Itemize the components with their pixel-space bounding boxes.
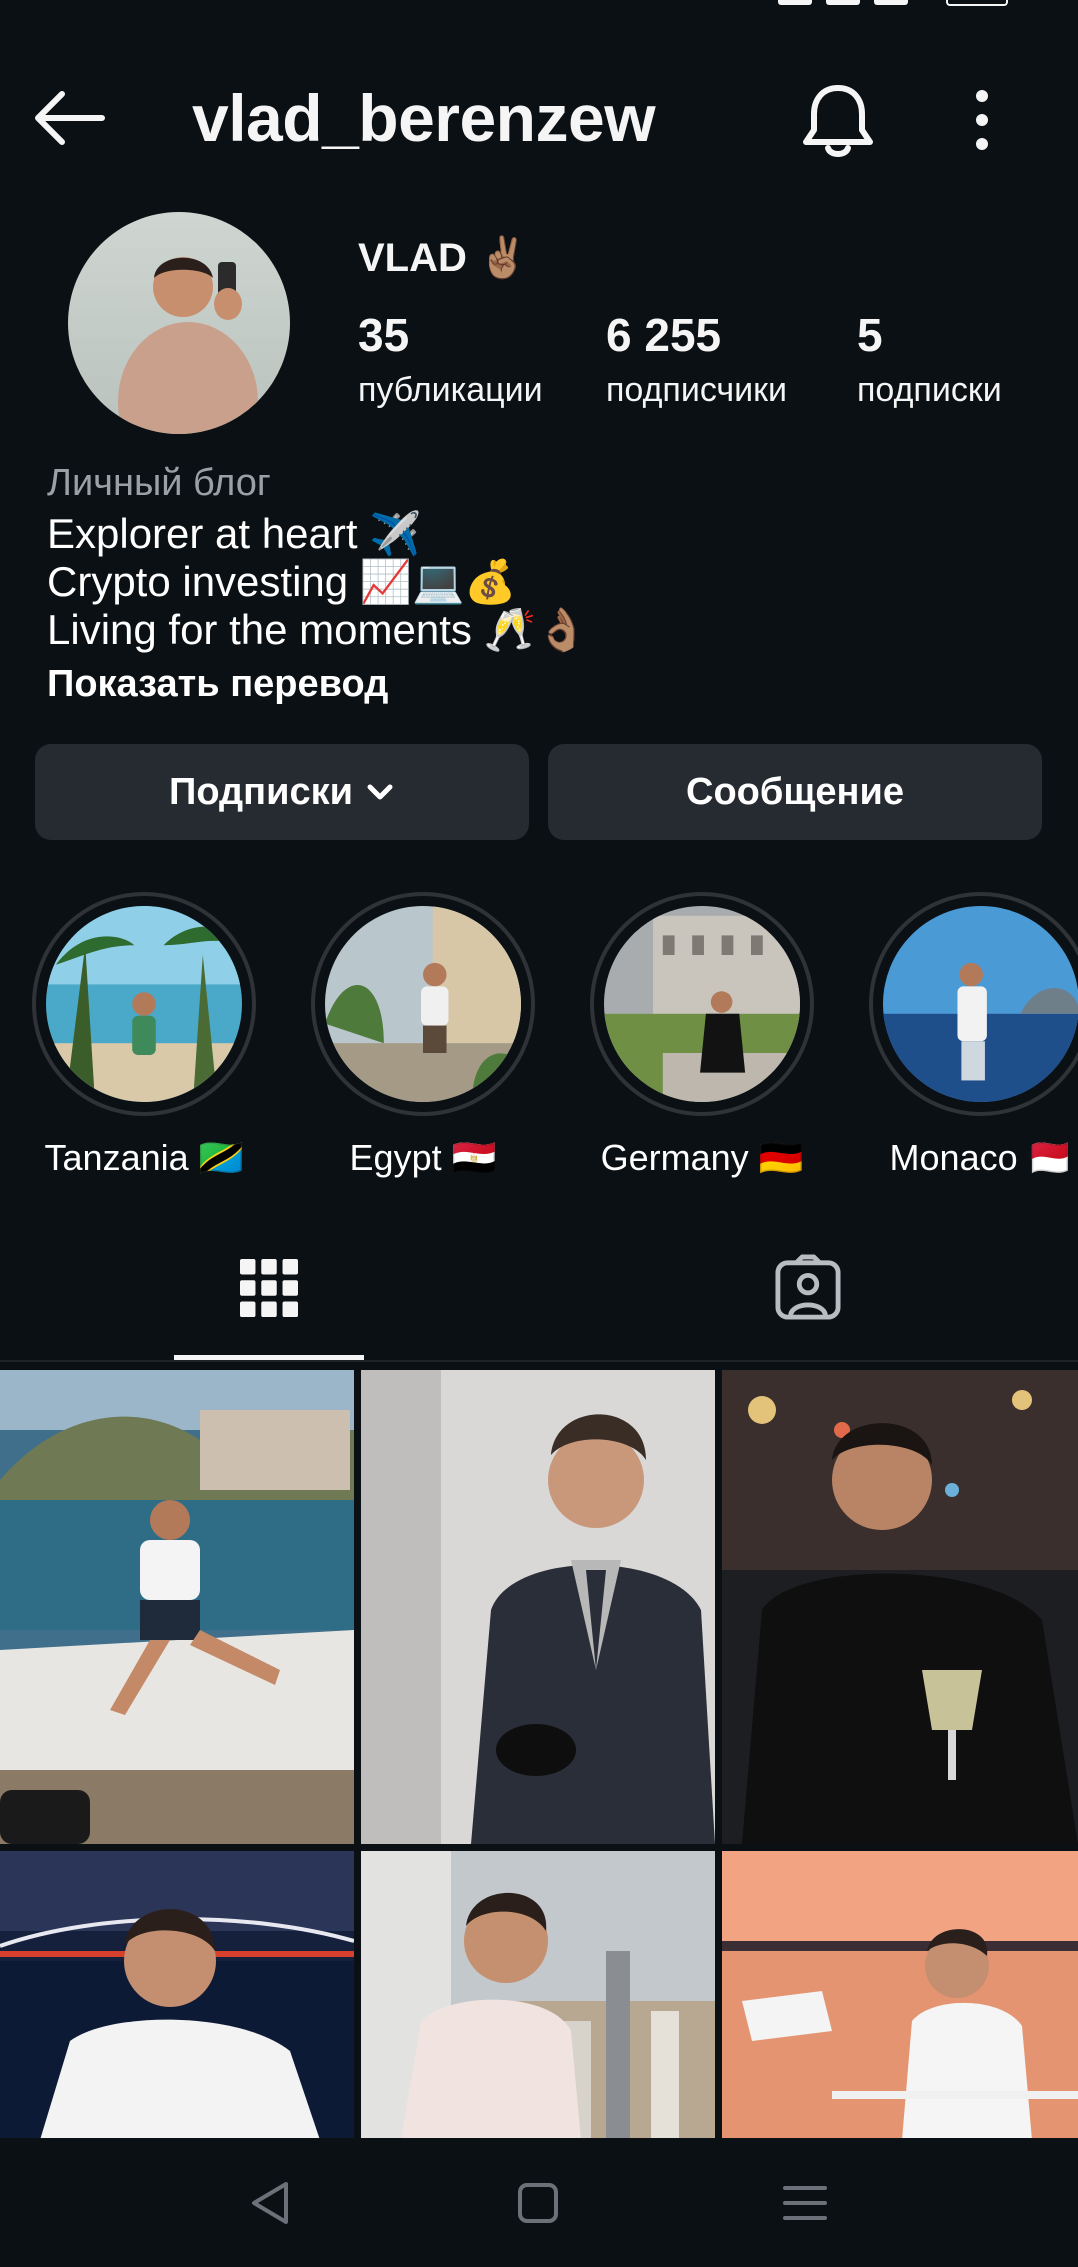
profile-header: vlad_berenzew bbox=[0, 60, 1078, 170]
status-bar bbox=[0, 0, 1078, 22]
highlight-item[interactable]: Germany 🇩🇪 bbox=[590, 892, 820, 1182]
grid-icon bbox=[240, 1259, 298, 1317]
highlight-cover bbox=[883, 906, 1078, 1102]
nav-menu-icon[interactable] bbox=[770, 2170, 840, 2236]
tab-posts[interactable] bbox=[0, 1215, 539, 1363]
signal-icon bbox=[826, 0, 860, 5]
stat-value: 6 255 bbox=[606, 309, 722, 361]
highlight-cover bbox=[325, 906, 521, 1102]
bio-line: Living for the moments 🥂👌🏽 bbox=[47, 606, 589, 653]
highlight-cover bbox=[604, 906, 800, 1102]
tagged-person-icon bbox=[775, 1254, 841, 1320]
bio-category: Личный блог bbox=[47, 462, 271, 504]
stat-value: 35 bbox=[358, 309, 410, 361]
highlight-item[interactable]: Egypt 🇪🇬 bbox=[311, 892, 541, 1182]
chevron-down-icon bbox=[367, 784, 393, 800]
profile-bio: Личный блог Explorer at heart ✈️ Crypto … bbox=[47, 456, 1047, 710]
profile-stats: 35 публикации 6 255 подписчики 5 подписк… bbox=[0, 305, 1078, 415]
highlight-item[interactable]: Tanzania 🇹🇿 bbox=[32, 892, 262, 1182]
post-thumbnail[interactable] bbox=[0, 1370, 354, 1844]
profile-username: vlad_berenzew bbox=[192, 81, 656, 155]
more-vertical-icon[interactable] bbox=[966, 88, 998, 152]
tab-tagged[interactable] bbox=[539, 1215, 1078, 1363]
nav-back-icon[interactable] bbox=[236, 2170, 306, 2236]
bio-line: Crypto investing 📈💻💰 bbox=[47, 558, 517, 605]
stat-label: публикации bbox=[358, 371, 543, 409]
stat-following[interactable]: 5 подписки bbox=[857, 305, 1002, 413]
system-nav-bar bbox=[0, 2138, 1078, 2267]
post-thumbnail[interactable] bbox=[0, 1851, 354, 2140]
profile-display-name: VLAD ✌🏽 bbox=[358, 236, 528, 280]
status-icons bbox=[778, 0, 908, 5]
profile-tabs bbox=[0, 1215, 1078, 1363]
signal-icon bbox=[874, 0, 908, 5]
highlight-label: Egypt 🇪🇬 bbox=[349, 1137, 497, 1178]
stat-posts[interactable]: 35 публикации bbox=[358, 305, 543, 413]
message-button-label: Сообщение bbox=[686, 770, 904, 813]
following-button-label: Подписки bbox=[169, 770, 353, 813]
following-button[interactable]: Подписки bbox=[35, 744, 529, 840]
post-thumbnail[interactable] bbox=[722, 1370, 1078, 1844]
show-translation-link[interactable]: Показать перевод bbox=[47, 658, 1047, 710]
tabs-divider bbox=[0, 1360, 1078, 1362]
highlight-ring bbox=[590, 892, 814, 1116]
message-button[interactable]: Сообщение bbox=[548, 744, 1042, 840]
story-highlights: Tanzania 🇹🇿 Egypt 🇪🇬 Germany 🇩🇪 Monaco 🇲… bbox=[0, 892, 1078, 1182]
highlight-cover bbox=[46, 906, 242, 1102]
stat-label: подписчики bbox=[606, 371, 788, 409]
arrow-left-icon[interactable] bbox=[32, 88, 106, 148]
post-thumbnail[interactable] bbox=[361, 1851, 715, 2140]
profile-screen: vlad_berenzew VLAD ✌🏽 35 публикации 6 25… bbox=[0, 0, 1078, 2267]
stat-value: 5 bbox=[857, 309, 883, 361]
post-thumbnail[interactable] bbox=[361, 1370, 715, 1844]
post-thumbnail[interactable] bbox=[722, 1851, 1078, 2140]
highlight-label: Monaco 🇲🇨 bbox=[889, 1137, 1073, 1178]
signal-icon bbox=[778, 0, 812, 5]
highlight-label: Germany 🇩🇪 bbox=[600, 1137, 804, 1178]
bio-line: Explorer at heart ✈️ bbox=[47, 510, 422, 557]
highlight-label: Tanzania 🇹🇿 bbox=[44, 1137, 244, 1178]
stat-label: подписки bbox=[857, 371, 1002, 409]
stat-followers[interactable]: 6 255 подписчики bbox=[606, 305, 787, 413]
bell-icon[interactable] bbox=[800, 80, 876, 162]
highlight-item[interactable]: Monaco 🇲🇨 bbox=[869, 892, 1078, 1182]
posts-grid bbox=[0, 1370, 1078, 2140]
battery-icon bbox=[946, 0, 1008, 6]
highlight-ring bbox=[32, 892, 256, 1116]
nav-home-icon[interactable] bbox=[503, 2170, 573, 2236]
highlight-ring bbox=[869, 892, 1078, 1116]
highlight-ring bbox=[311, 892, 535, 1116]
